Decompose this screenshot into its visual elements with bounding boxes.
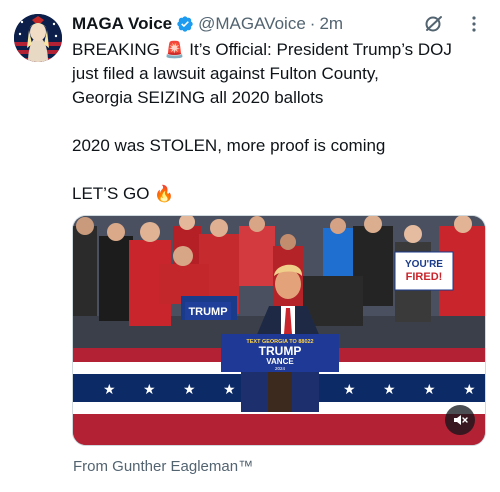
tweet-line-3: Georgia SEIZING all 2020 ballots (72, 88, 324, 107)
tweet-line-1: BREAKING 🚨 It’s Official: President Trum… (72, 38, 486, 62)
more-options-icon[interactable] (462, 12, 486, 36)
avatar[interactable] (14, 14, 62, 62)
timestamp[interactable]: 2m (319, 14, 343, 34)
verified-badge-icon (176, 15, 194, 33)
sign-line-1: YOU'RE (405, 259, 443, 270)
breaking-label: BREAKING (72, 40, 160, 59)
tweet-line-2: just filed a lawsuit against Fulton Coun… (72, 64, 379, 83)
tweet-text: BREAKING 🚨 It’s Official: President Trum… (72, 38, 486, 206)
svg-text:★: ★ (223, 382, 236, 398)
svg-text:★: ★ (183, 382, 196, 398)
svg-text:★: ★ (143, 382, 156, 398)
tweet-header: MAGA Voice @MAGAVoice · 2m (72, 12, 486, 36)
author-name[interactable]: MAGA Voice (72, 14, 172, 34)
svg-text:★: ★ (383, 382, 396, 398)
media-attribution[interactable]: From Gunther Eagleman™ (73, 458, 253, 475)
siren-emoji-icon: 🚨 (164, 40, 185, 59)
mute-button[interactable] (445, 405, 475, 435)
podium-year-text: 2024 (275, 366, 286, 371)
svg-text:★: ★ (463, 382, 476, 398)
tweet-line-5: LET’S GO 🔥 (72, 182, 486, 206)
grok-icon[interactable] (422, 12, 446, 36)
sign-line-2: FIRED! (406, 271, 443, 283)
svg-text:★: ★ (343, 382, 356, 398)
svg-text:★: ★ (103, 382, 116, 398)
podium-sub-text: VANCE (266, 357, 294, 366)
separator-dot: · (309, 14, 316, 33)
podium-main-text: TRUMP (259, 344, 302, 358)
fire-emoji-icon: 🔥 (154, 184, 175, 203)
tweet-line-4: 2020 was STOLEN, more proof is coming (72, 136, 386, 155)
svg-text:★: ★ (423, 382, 436, 398)
lets-go-text: LET’S GO (72, 184, 150, 203)
crowd-sign-text: TRUMP (188, 306, 227, 318)
tweet[interactable]: MAGA Voice @MAGAVoice · 2m BREAKING 🚨 It… (0, 0, 500, 492)
volume-muted-icon (454, 415, 468, 425)
video-media[interactable]: TRUMP YOU'RE FIRED! ★ ★ ★ ★ ★ ★ ★ ★ TEXT… (72, 215, 486, 446)
author-handle[interactable]: @MAGAVoice (198, 14, 306, 34)
headline-part: It’s Official: President Trump’s DOJ (189, 40, 452, 59)
